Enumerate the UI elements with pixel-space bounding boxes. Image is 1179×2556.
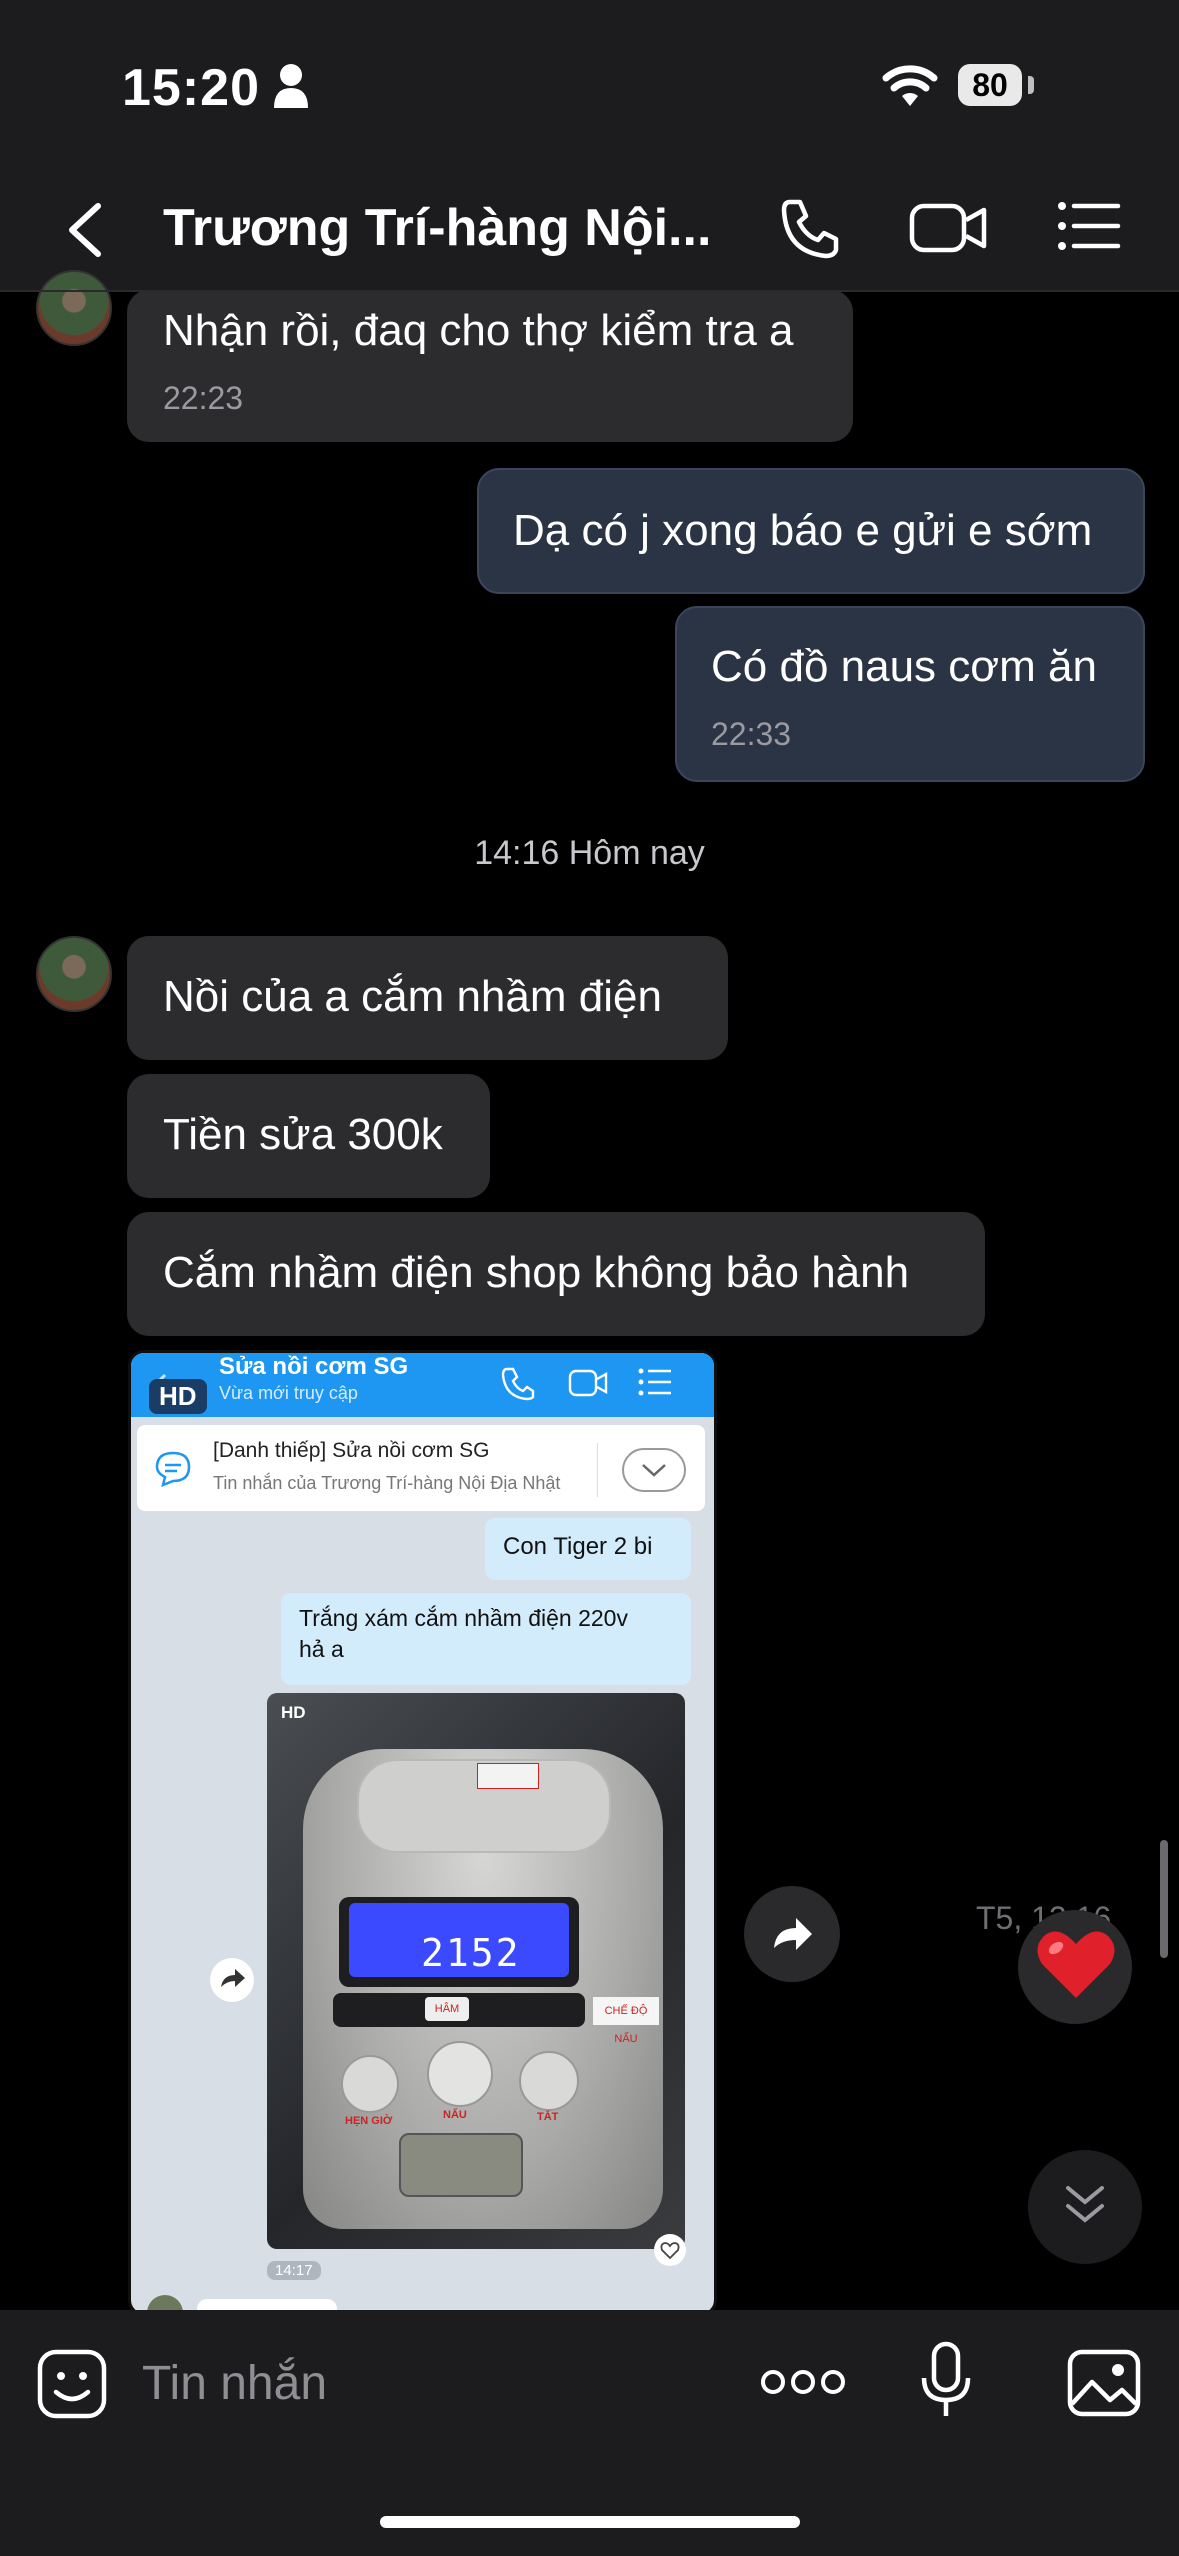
battery-level: 80 bbox=[972, 67, 1008, 103]
inner-card-subtitle: Tin nhắn của Trương Trí-hàng Nội Địa Nhậ… bbox=[213, 1473, 561, 1493]
message-text: Dạ có j xong báo e gửi e sớm bbox=[513, 506, 1093, 555]
scrollbar[interactable] bbox=[1160, 1840, 1168, 1958]
contact-avatar[interactable] bbox=[36, 270, 112, 346]
contact-avatar[interactable] bbox=[36, 936, 112, 1012]
message-text: Cắm nhầm điện shop không bảo hành bbox=[163, 1248, 910, 1297]
message-bubble-out[interactable] bbox=[675, 606, 1145, 782]
inner-photo-time: 14:17 bbox=[267, 2261, 321, 2280]
phone-icon[interactable] bbox=[778, 196, 842, 260]
battery-cap bbox=[1028, 76, 1034, 94]
inner-card-title: [Danh thiếp] Sửa nồi cơm SG bbox=[213, 1439, 490, 1462]
rice-cooker-photo: HD 2152 HÂM CHẾ ĐỘ NẤU HẸN GIỜ NẤU TẮT bbox=[267, 1693, 685, 2249]
status-time: 15:20 bbox=[122, 59, 260, 117]
double-chevron-down-icon bbox=[1066, 2186, 1104, 2223]
message-text: Nhận rồi, đaq cho thợ kiểm tra a bbox=[163, 306, 794, 355]
home-indicator bbox=[380, 2516, 800, 2528]
sticker-icon[interactable] bbox=[36, 2348, 108, 2420]
message-time: 22:23 bbox=[163, 380, 244, 416]
header-divider bbox=[0, 290, 1179, 292]
inner-chat-icon bbox=[155, 1451, 191, 1487]
cooker-label-keep: HÂM bbox=[425, 1997, 469, 2021]
inner-contact-name: Sửa nồi cơm SG bbox=[219, 1353, 409, 1380]
cooker-sticker bbox=[477, 1763, 539, 1789]
cooker-label-timer: HẸN GIỜ bbox=[345, 2115, 393, 2127]
wifi-icon bbox=[882, 65, 938, 106]
cooker-button-cancel bbox=[519, 2051, 579, 2111]
cooker-display-time: 2152 bbox=[421, 1931, 521, 1975]
message-text: Tiền sửa 300k bbox=[163, 1110, 443, 1159]
inner-react-icon bbox=[654, 2234, 686, 2266]
image-picker-icon[interactable] bbox=[1066, 2348, 1142, 2418]
message-text: Có đồ naus cơm ăn bbox=[711, 642, 1097, 691]
message-input[interactable]: Tin nhắn bbox=[142, 2356, 327, 2411]
inner-video-icon bbox=[568, 1369, 608, 1397]
photo-hd-badge: HD bbox=[281, 1703, 306, 1722]
inner-expand-icon bbox=[622, 1448, 686, 1492]
cooker-label-cancel: TẮT bbox=[537, 2111, 559, 2123]
forward-icon bbox=[774, 1918, 812, 1950]
video-call-icon[interactable] bbox=[908, 196, 988, 260]
message-text: Nồi của a cắm nhầm điện bbox=[163, 972, 662, 1021]
inner-card-divider bbox=[597, 1443, 598, 1497]
heart-icon bbox=[1037, 1931, 1115, 1998]
person-icon bbox=[274, 64, 308, 108]
cooker-button-cook bbox=[427, 2041, 493, 2107]
back-icon[interactable] bbox=[62, 200, 106, 260]
message-time: 22:33 bbox=[711, 716, 792, 752]
inner-menu-icon bbox=[638, 1368, 671, 1396]
inner-message-1: Con Tiger 2 bi bbox=[503, 1533, 653, 1560]
inner-phone-icon bbox=[501, 1367, 535, 1401]
microphone-icon[interactable] bbox=[918, 2340, 974, 2420]
cooker-button-timer bbox=[341, 2055, 399, 2113]
cooker-latch bbox=[399, 2133, 523, 2197]
inner-message-2: Trắng xám cắm nhầm điện 220v bbox=[299, 1605, 628, 1631]
cooker-label-mode: CHẾ ĐỘ NẤU bbox=[593, 1997, 659, 2045]
hd-badge: HD bbox=[149, 1379, 207, 1414]
more-options-icon[interactable] bbox=[760, 2368, 846, 2396]
inner-message-2b: hả a bbox=[299, 1636, 344, 1662]
chat-title[interactable]: Trương Trí-hàng Nội... bbox=[163, 198, 711, 258]
menu-list-icon[interactable] bbox=[1056, 198, 1122, 254]
inner-contact-status: Vừa mới truy cập bbox=[219, 1383, 358, 1403]
inner-forward-icon bbox=[210, 1958, 254, 2002]
cooker-label-cook: NẤU bbox=[443, 2109, 467, 2121]
date-separator: 14:16 Hôm nay bbox=[474, 834, 705, 872]
image-message[interactable]: HD Sửa nồi cơm SG Vừa mới truy cập [Danh… bbox=[128, 1350, 717, 2316]
inner-card bbox=[137, 1425, 705, 1511]
